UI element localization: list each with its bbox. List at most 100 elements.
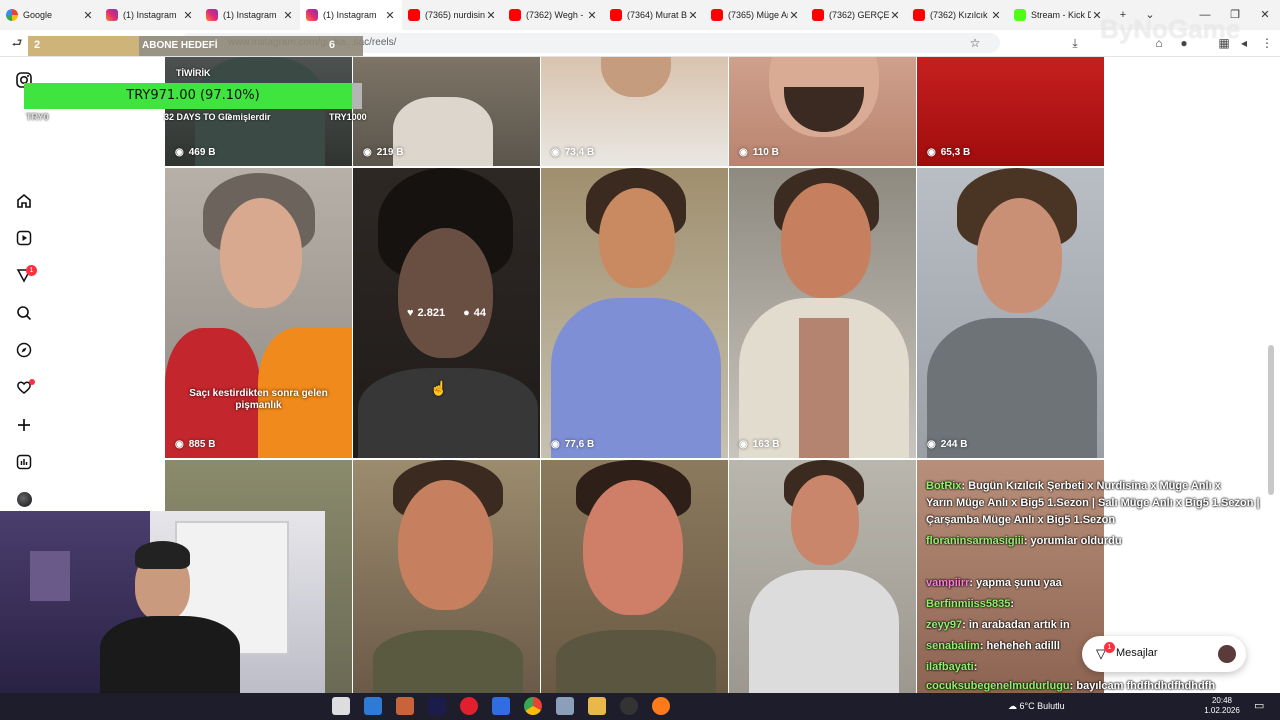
eye-icon: ◉ — [927, 147, 936, 158]
profile-avatar[interactable] — [14, 489, 34, 509]
chat-message: senabalim: heheheh adilll — [926, 640, 1060, 652]
reel-tile[interactable] — [541, 460, 728, 693]
back-icon[interactable]: ⮐ — [8, 34, 26, 52]
close-icon[interactable]: ✕ — [990, 9, 1002, 22]
taskview-icon[interactable] — [332, 697, 350, 715]
tab-label: (7362) GERÇEK F — [829, 10, 889, 20]
tab-youtube[interactable]: (7362) Kızılcık Şer ✕ — [907, 0, 1008, 30]
search-icon[interactable] — [14, 303, 34, 323]
view-count: ◉ 73,4 B — [551, 147, 595, 158]
app-icon[interactable] — [556, 697, 574, 715]
reel-tile[interactable]: ◉ 163 B — [729, 168, 916, 458]
youtube-icon — [913, 9, 925, 21]
eye-icon: ◉ — [175, 439, 184, 450]
view-count: ◉ 885 B — [175, 439, 216, 450]
windows-taskbar: ☁ 6°C Bulutlu 20:48 1.02.2026 ▭ — [0, 693, 1280, 720]
notification-badge: 1 — [26, 265, 37, 276]
obs-icon[interactable] — [620, 697, 638, 715]
app-icon[interactable] — [364, 697, 382, 715]
reel-tile[interactable] — [353, 460, 540, 693]
hand-cursor-icon: ☝ — [430, 380, 448, 396]
youtube-icon — [711, 9, 723, 21]
close-icon[interactable]: ✕ — [182, 9, 194, 22]
notification-icon[interactable]: ▭ — [1254, 693, 1264, 720]
menu-icon[interactable]: ⋮ — [1258, 34, 1276, 52]
donation-goal-bar: TRY971.00 (97.10%) — [24, 83, 362, 109]
view-count: ◉ 469 B — [175, 147, 216, 158]
chat-message: cocuksubegenelmudurlugu: bayılcam fhdfhd… — [926, 680, 1216, 692]
tab-label: (7362) Kızılcık Şer — [930, 10, 990, 20]
tab-youtube[interactable]: (7365) nurdisina - ✕ — [402, 0, 503, 30]
donation-note: lemişlerdir — [225, 112, 271, 122]
tab-instagram[interactable]: (1) Instagram ✕ — [100, 0, 200, 30]
tab-instagram-active[interactable]: (1) Instagram ✕ — [300, 0, 402, 30]
overlay-label: TİWİRİK — [176, 68, 211, 78]
goal-label: ABONE HEDEFİ — [142, 40, 218, 51]
chat-message: BotRix: Bugün Kızılcık Şerbeti x Nurdisi… — [926, 480, 1221, 492]
close-icon[interactable]: ✕ — [82, 9, 94, 22]
tab-label: (7365) Müge Anlı — [728, 10, 788, 20]
tab-label: (1) Instagram — [323, 10, 377, 20]
messages-label: Mesajlar — [1116, 647, 1158, 659]
create-icon[interactable] — [14, 415, 34, 435]
eye-icon: ◉ — [739, 439, 748, 450]
goal-target: 6 — [328, 39, 335, 51]
reel-tile[interactable]: ◉ 244 B — [917, 168, 1104, 458]
download-icon[interactable]: ⤓ — [1066, 34, 1084, 52]
folder-icon[interactable] — [588, 697, 606, 715]
reel-tile[interactable]: ◉ 110 B — [729, 57, 916, 166]
explore-icon[interactable] — [14, 340, 34, 360]
tab-kick[interactable]: Stream - Kick Das ✕ — [1008, 0, 1109, 30]
close-icon[interactable]: ✕ — [788, 9, 800, 22]
opera-icon[interactable] — [460, 697, 478, 715]
tab-google[interactable]: Google ✕ — [0, 0, 100, 30]
premiere-icon[interactable] — [428, 697, 446, 715]
tab-label: (7364) Murat Boz — [627, 10, 687, 20]
avatar — [1218, 645, 1236, 663]
bookmark-star-icon[interactable]: ☆ — [966, 34, 984, 52]
reel-tile[interactable]: Saçı kestirdikten sonra gelen pişmanlık … — [165, 168, 352, 458]
google-icon — [6, 9, 18, 21]
close-icon[interactable]: ✕ — [384, 9, 396, 22]
app-icon[interactable] — [492, 697, 510, 715]
reel-tile[interactable]: ◉ 73,4 B — [541, 57, 728, 166]
reels-icon[interactable] — [14, 228, 34, 248]
reel-caption: Saçı kestirdikten sonra gelen pişmanlık — [189, 388, 328, 411]
home-icon[interactable] — [14, 191, 34, 211]
view-count: ◉ 77,6 B — [551, 439, 595, 450]
reel-tile[interactable]: ♥ 2.821 ● 44 — [353, 168, 540, 458]
tab-label: Google — [23, 10, 53, 20]
dashboard-icon[interactable] — [14, 452, 34, 472]
chat-message: floraninsarmasigiii: yorumlar oldurdu — [926, 535, 1122, 547]
tab-youtube[interactable]: (7362) Wegh - Sa ✕ — [503, 0, 604, 30]
youtube-icon — [509, 9, 521, 21]
notification-dot — [29, 379, 35, 385]
scrollbar[interactable] — [1268, 345, 1274, 495]
weather-widget[interactable]: ☁ 6°C Bulutlu — [1008, 693, 1065, 720]
view-count: ◉ 163 B — [739, 439, 780, 450]
reel-tile[interactable]: ◉ 77,6 B — [541, 168, 728, 458]
taskbar-clock[interactable]: 20:48 1.02.2026 — [1200, 696, 1244, 716]
reel-tile[interactable] — [729, 460, 916, 693]
close-icon[interactable]: ✕ — [586, 9, 598, 22]
donation-text: TRY971.00 (97.10%) — [126, 88, 260, 103]
goal-current: 2 — [34, 39, 41, 51]
close-icon[interactable]: ✕ — [282, 9, 294, 22]
close-icon[interactable]: ✕ — [889, 9, 901, 22]
heart-icon: ♥ — [407, 307, 414, 319]
tab-instagram[interactable]: (1) Instagram ✕ — [200, 0, 300, 30]
app-icon[interactable] — [396, 697, 414, 715]
reel-tile[interactable]: ◉ 219 B — [353, 57, 540, 166]
view-count: ◉ 219 B — [363, 147, 404, 158]
close-window-icon[interactable]: ✕ — [1250, 0, 1280, 30]
reel-tile[interactable]: ◉ 65,3 B — [917, 57, 1104, 166]
chrome-icon[interactable] — [524, 697, 542, 715]
tab-youtube[interactable]: (7365) Müge Anlı ✕ — [705, 0, 806, 30]
close-icon[interactable]: ✕ — [687, 9, 699, 22]
tab-youtube[interactable]: (7362) GERÇEK F ✕ — [806, 0, 907, 30]
donation-days: 32 DAYS TO GO — [164, 112, 233, 122]
messages-button[interactable]: ▽ 1 Mesajlar — [1082, 636, 1246, 672]
firefox-icon[interactable] — [652, 697, 670, 715]
tab-youtube[interactable]: (7364) Murat Boz ✕ — [604, 0, 705, 30]
close-icon[interactable]: ✕ — [485, 9, 497, 22]
